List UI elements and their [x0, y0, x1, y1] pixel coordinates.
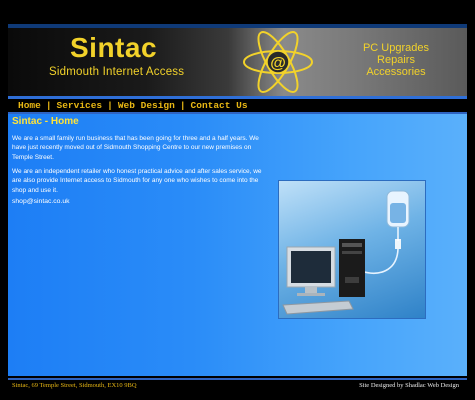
- footer-credit[interactable]: Site Designed by Shadlac Web Design: [359, 382, 459, 389]
- atom-at-icon: @: [243, 31, 313, 93]
- nav-services[interactable]: Services: [57, 100, 103, 111]
- nav-contact-us[interactable]: Contact Us: [191, 100, 248, 111]
- svg-text:@: @: [270, 55, 286, 72]
- nav-home[interactable]: Home: [18, 100, 41, 111]
- service-item: PC Upgrades: [362, 42, 430, 54]
- nav-separator: |: [179, 100, 186, 111]
- photo-illustration: [282, 190, 410, 315]
- nav-web-design[interactable]: Web Design: [118, 100, 175, 111]
- main-nav: Home | Services | Web Design | Contact Us: [8, 99, 467, 114]
- service-item: Repairs: [377, 54, 415, 66]
- about-paragraph: We are an independent retailer who hones…: [12, 168, 262, 194]
- nav-separator: |: [107, 100, 113, 111]
- site-brand: Sintac: [70, 32, 158, 63]
- service-item: Accessories: [366, 66, 426, 78]
- nav-separator: |: [45, 100, 52, 111]
- main-content: Sintac - Home We are a small family run …: [8, 114, 467, 376]
- site-tagline: Sidmouth Internet Access: [49, 66, 185, 78]
- footer-address: Sintac, 69 Temple Street, Sidmouth, EX10…: [12, 382, 137, 389]
- email-link[interactable]: shop@sintac.co.uk: [12, 198, 70, 205]
- services-list: PC Upgrades Repairs Accessories: [341, 42, 451, 78]
- computer-iv-drip-image: [278, 180, 426, 319]
- intro-paragraph: We are a small family run business that …: [12, 135, 259, 161]
- bottom-strip: [8, 392, 467, 400]
- page-title: Sintac - Home: [12, 116, 79, 127]
- header-banner: Sintac Sidmouth Internet Access @ PC Upg…: [8, 28, 467, 96]
